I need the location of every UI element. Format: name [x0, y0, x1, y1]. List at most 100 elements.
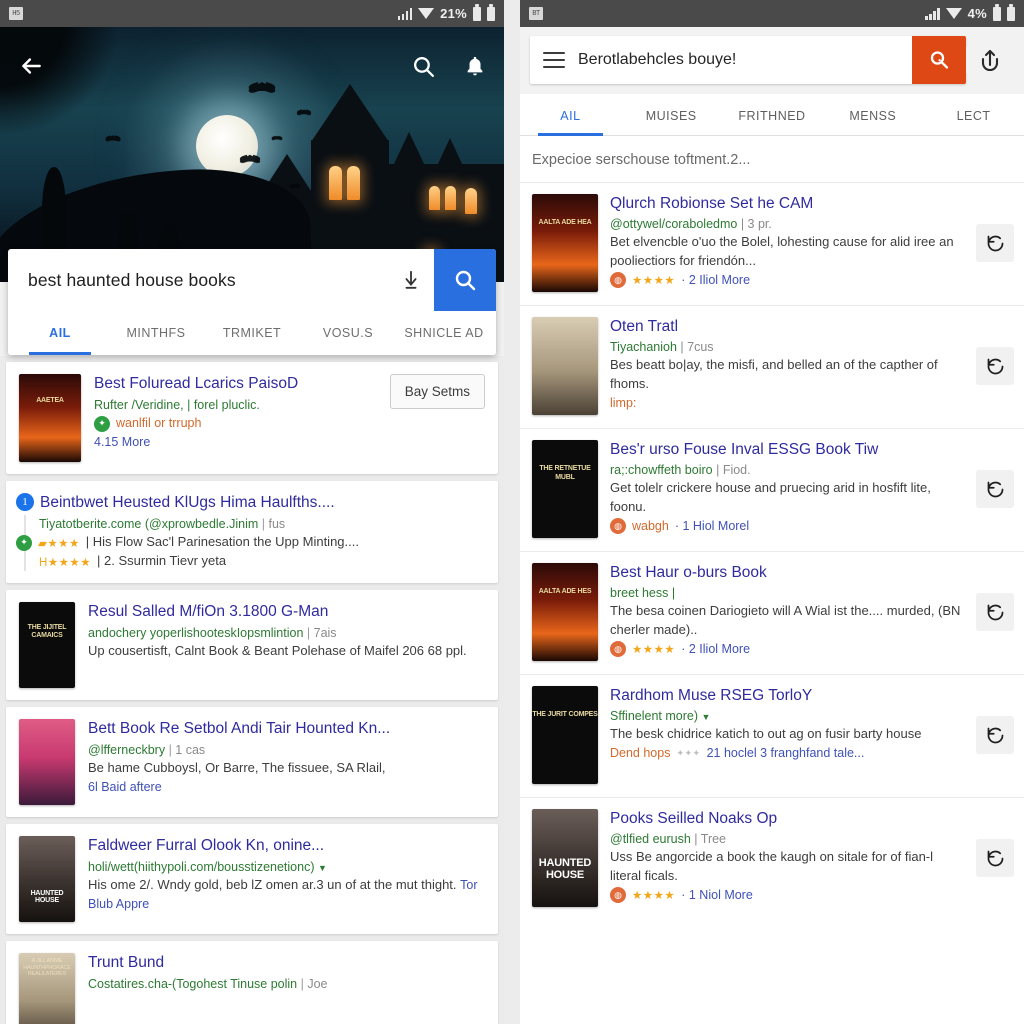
result-desc: Bes beatt bo|ay, the misfi, and belled a… [610, 356, 938, 391]
right-status-bar: BT 4% [520, 0, 1024, 27]
list-item[interactable]: THE RETNETUE MUBL Bes'r urso Fouse Inval… [520, 428, 1024, 551]
result-title[interactable]: Beintbwet Heusted KlUgs Hima Haulfths...… [40, 493, 485, 513]
battery-icon-secondary [1007, 4, 1015, 21]
tab-muises[interactable]: MUISES [621, 94, 722, 135]
list-item[interactable]: HAUNTED HOUSE Faldweer Furral Olook Kn, o… [6, 823, 498, 934]
result-url: Rufter /Veridine, | forel pluclic. [94, 398, 260, 413]
restore-icon[interactable] [976, 470, 1014, 508]
list-item[interactable]: THE JURIT COMPES Rardhom Muse RSEG Torlo… [520, 674, 1024, 797]
search-submit-button[interactable] [912, 36, 966, 84]
star-rating: ★★★★ [632, 890, 676, 903]
list-item[interactable]: Bett Book Re Setbol Andi Tair Hounted Kn… [6, 706, 498, 817]
result-rating-more[interactable]: 21 hoclel 3 franghfand tale... [707, 744, 964, 763]
url-suffix: fus [268, 517, 286, 532]
tab-ail[interactable]: AIL [12, 311, 108, 355]
result-url: ra;:chowffeth boiro | Fiod. [610, 461, 964, 479]
rating-source-icon: ◍ [610, 272, 626, 289]
url-domain: ra;:chowffeth boiro [610, 462, 713, 477]
restore-icon[interactable] [976, 593, 1014, 631]
tab-ail[interactable]: AIL [520, 94, 621, 136]
tab-menss[interactable]: MENSS [822, 94, 923, 135]
result-title[interactable]: Rardhom Muse RSEG TorloY [610, 686, 964, 706]
search-submit-button[interactable] [434, 249, 496, 311]
wifi-icon [945, 8, 962, 19]
result-title[interactable]: Bes'r urso Fouse Inval ESSG Book Tiw [610, 440, 964, 460]
tab-lect[interactable]: LECT [923, 94, 1024, 135]
search-icon[interactable] [411, 54, 436, 79]
result-title[interactable]: Oten Tratl [610, 317, 964, 337]
result-title[interactable]: Pooks Seilled Noaks Op [610, 809, 964, 829]
restore-icon[interactable] [976, 839, 1014, 877]
book-cover-thumbnail: THE JIJITEL CAMAICS [19, 601, 75, 688]
tab-vosus[interactable]: VOSU.S [300, 311, 396, 355]
list-item[interactable]: AALTA ADE HES Best Haur o-burs Book bree… [520, 551, 1024, 674]
url-suffix: | 3 pr. [740, 216, 772, 231]
list-item[interactable]: Oten Tratl Tiyachanioh | 7cus Bes beatt … [520, 305, 1024, 428]
search-input[interactable]: Berotlabehcles bouye! [578, 36, 912, 84]
result-url: Sffinelent more) ▼ [610, 707, 964, 725]
upload-icon[interactable] [966, 47, 1014, 73]
hamburger-icon[interactable] [530, 36, 578, 84]
book-cover-thumbnail: AAETEA [19, 374, 81, 462]
result-rating-more[interactable]: · 2 Iliol More [681, 640, 750, 659]
result-url: @ottywel/coraboledmo | 3 pr. [610, 215, 964, 233]
result-meta[interactable]: 6l Baid aftere [88, 778, 485, 797]
battery-icon [473, 4, 481, 21]
result-desc: Bet elvencble o'uo the Bolel, lohesting … [610, 233, 954, 268]
search-card: best haunted house books AIL MINTHFS TRM… [8, 249, 496, 355]
result-rating-more[interactable]: 4.15 More [94, 433, 377, 452]
result-title[interactable]: Best Foluread Lcarics PaisoD [94, 374, 377, 394]
bat-icon [107, 135, 119, 139]
url-domain: andochery yoperlishooteskIopsmlintion [88, 626, 304, 641]
rating-source-icon: ◍ [610, 887, 626, 904]
list-item[interactable]: THE JIJITEL CAMAICS Resul Salled M/fiOn … [6, 589, 498, 700]
list-item[interactable]: AAETEA Best Foluread Lcarics PaisoD Ruft… [6, 362, 498, 474]
result-title[interactable]: Best Haur o-burs Book [610, 563, 964, 583]
mic-icon[interactable] [388, 268, 434, 292]
result-url: andochery yoperlishooteskIopsmlintion | … [88, 626, 337, 641]
bat-icon [241, 154, 259, 160]
result-title[interactable]: Bett Book Re Setbol Andi Tair Hounted Kn… [88, 719, 485, 739]
list-item[interactable]: HAUNTED HOUSE Pooks Seilled Noaks Op @tlf… [520, 797, 1024, 920]
url-domain: Sffinelent more) [610, 708, 699, 723]
book-cover-thumbnail [19, 718, 75, 805]
cover-title-text: THE RETNETUE MUBL [539, 465, 591, 481]
cover-title-text: AAETEA [36, 396, 64, 404]
tab-frithned[interactable]: FRITHNED [722, 94, 823, 135]
url-suffix: | Fiod. [716, 462, 751, 477]
right-results-list[interactable]: AALTA ADE HEA Qlurch Robionse Set he CAM… [520, 182, 1024, 920]
back-icon[interactable] [18, 53, 44, 79]
restore-icon[interactable] [976, 224, 1014, 262]
verified-icon: ✦ [16, 534, 32, 551]
result-url: @tlfied eurush | Tree [610, 830, 964, 848]
result-desc: Be hame Cubboysl, Or Barre, The fissuee,… [88, 760, 386, 776]
result-rating-more[interactable]: · 1 Hiol Morel [675, 517, 749, 536]
result-desc-2: | 2. Ssurmin Tievr yeta [97, 553, 227, 569]
bell-icon[interactable] [464, 54, 486, 78]
result-url: Tiyachanioh | 7cus [610, 338, 964, 356]
restore-icon[interactable] [976, 347, 1014, 385]
left-status-bar: H5 21% [0, 0, 504, 27]
restore-icon[interactable] [976, 716, 1014, 754]
result-rating-more[interactable]: · 2 Iliol More [681, 271, 750, 290]
result-rating-more[interactable]: · 1 Niol More [681, 886, 753, 905]
url-suffix: | Tree [694, 831, 727, 846]
star-rating: H★★★★ [39, 556, 92, 569]
result-title[interactable]: Resul Salled M/fiOn 3.1800 G-Man [88, 602, 485, 622]
list-item[interactable]: 1 Beintbwet Heusted KlUgs Hima Haulfths.… [6, 481, 498, 583]
list-item[interactable]: AALTA ADE HEA Qlurch Robionse Set he CAM… [520, 182, 1024, 305]
chevron-down-icon[interactable]: ▼ [702, 712, 711, 722]
result-title[interactable]: Qlurch Robionse Set he CAM [610, 194, 964, 214]
tab-shnicle-ad[interactable]: SHNICLE AD [396, 311, 492, 355]
search-input[interactable]: best haunted house books [8, 270, 388, 291]
result-url: Costatires.cha-(Togohest Tinuse polin | … [88, 977, 328, 992]
tab-trmiket[interactable]: TRMIKET [204, 311, 300, 355]
left-results-list[interactable]: AAETEA Best Foluread Lcarics PaisoD Ruft… [0, 356, 504, 1024]
tab-minthfs[interactable]: MINTHFS [108, 311, 204, 355]
result-desc: The besk chidrice katich to out ag on fu… [610, 725, 922, 741]
result-title[interactable]: Trunt Bund [88, 953, 485, 973]
list-item[interactable]: A JILL ANNIE HAUNTHPHORACE REAL/LATERES Tr… [6, 940, 498, 1024]
result-title[interactable]: Faldweer Furral Olook Kn, onine... [88, 836, 485, 856]
buy-button[interactable]: Bay Setms [389, 374, 485, 409]
chevron-down-icon[interactable]: ▼ [318, 863, 327, 873]
